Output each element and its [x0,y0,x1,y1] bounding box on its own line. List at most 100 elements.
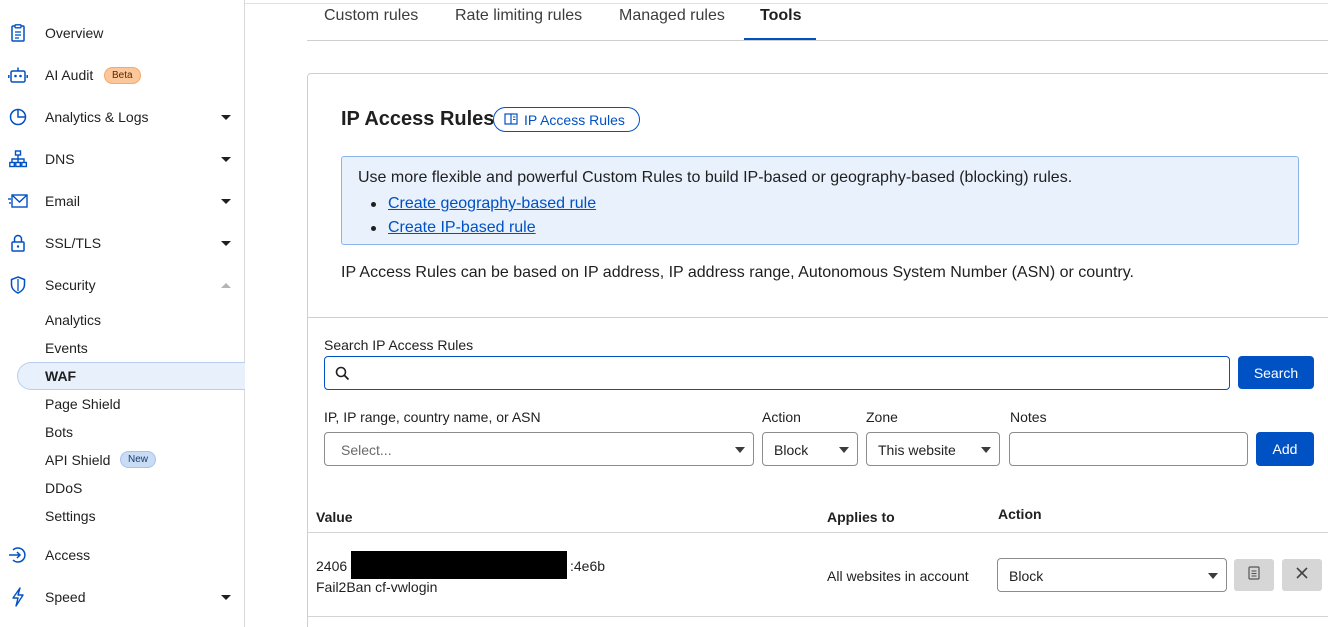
chevron-down-icon [221,114,231,120]
tab-tools[interactable]: Tools [760,7,801,25]
search-button[interactable]: Search [1238,356,1314,389]
chevron-down-icon [221,198,231,204]
sidebar-item-analytics-logs[interactable]: Analytics & Logs [0,100,244,134]
zone-select-value: This website [878,442,956,458]
zone-select[interactable]: This website [866,432,1000,466]
section-divider [308,317,1328,318]
chevron-down-icon [735,447,745,453]
zone-field-label: Zone [866,409,898,425]
rule-applies-to: All websites in account [827,568,969,584]
sidebar-subitem-ddos[interactable]: DDoS [45,480,82,496]
sidebar-item-ai-audit[interactable]: AI Audit Beta [0,58,244,92]
search-icon [335,366,350,386]
action-select-value: Block [774,442,809,458]
column-header-value: Value [316,509,353,525]
ip-field-label: IP, IP range, country name, or ASN [324,409,541,425]
notes-field[interactable] [1009,432,1248,466]
chevron-up-icon [221,282,231,288]
chart-pie-icon [8,107,28,127]
shield-icon [8,275,28,295]
ip-select-placeholder: Select... [341,442,392,458]
docs-link-button[interactable]: IP Access Rules [493,107,640,132]
action-select[interactable]: Block [762,432,858,466]
sidebar-subitem-waf[interactable]: WAF [45,368,76,384]
info-text: Use more flexible and powerful Custom Ru… [358,169,1073,186]
lightning-icon [8,587,28,607]
active-tab-indicator [744,38,816,40]
rule-action-value: Block [1009,568,1044,584]
chevron-down-icon [221,594,231,600]
tab-managed-rules[interactable]: Managed rules [619,7,725,25]
add-button[interactable]: Add [1256,432,1314,466]
notes-icon [1248,565,1260,585]
sidebar-subitem-settings[interactable]: Settings [45,508,96,524]
sidebar-item-label: Access [45,547,91,563]
beta-badge: Beta [104,67,141,84]
sidebar-item-email[interactable]: Email [0,184,244,218]
notes-field-label: Notes [1010,409,1047,425]
sidebar-item-speed[interactable]: Speed [0,580,244,614]
sidebar-subitem-analytics[interactable]: Analytics [45,312,101,328]
sidebar-item-overview[interactable]: Overview [0,16,244,50]
info-links: Create geography-based rule Create IP-ba… [370,192,596,240]
tab-rate-limiting-rules[interactable]: Rate limiting rules [455,7,582,25]
delete-rule-button[interactable] [1282,559,1322,591]
page-title: IP Access Rules [341,108,495,130]
list-item: Create IP-based rule [370,216,596,240]
sidebar-item-label: Analytics & Logs [45,109,149,125]
sidebar-item-label: Security [45,277,96,293]
action-field-label: Action [762,409,801,425]
sidebar-item-label: Email [45,193,81,209]
edit-notes-button[interactable] [1234,559,1274,591]
column-header-applies-to: Applies to [827,509,895,525]
rule-value-prefix: 2406 [316,558,348,574]
sidebar-item-label: Overview [45,25,104,41]
sidebar-item-security[interactable]: Security [0,268,244,302]
sidebar-item-label: SSL/TLS [45,235,102,251]
sidebar-item-label: AI Audit [45,67,94,83]
table-divider [308,532,1328,533]
rule-value-suffix: :4e6b [570,558,606,574]
ip-access-rules-card: IP Access Rules IP Access Rules Use more… [307,73,1328,627]
tab-custom-rules[interactable]: Custom rules [324,7,418,25]
sidebar-subitem-bots[interactable]: Bots [45,424,73,440]
sidebar-subitem-page-shield[interactable]: Page Shield [45,396,121,412]
sidebar-item-label: DNS [45,151,75,167]
sidebar-subitem-events[interactable]: Events [45,340,88,356]
book-icon [504,112,518,128]
sidebar-item-ssl-tls[interactable]: SSL/TLS [0,226,244,260]
info-banner: Use more flexible and powerful Custom Ru… [341,156,1299,245]
lock-icon [8,233,28,253]
sidebar-item-dns[interactable]: DNS [0,142,244,176]
network-icon [8,149,28,169]
search-field[interactable] [324,356,1230,390]
close-icon [1295,566,1309,585]
chevron-down-icon [221,156,231,162]
sidebar-item-access[interactable]: Access [0,538,244,572]
ip-select[interactable]: Select... [324,432,754,466]
table-divider [308,616,1328,617]
new-badge: New [120,451,157,468]
chevron-down-icon [1208,573,1218,579]
envelope-icon [8,191,28,211]
docs-link-label: IP Access Rules [524,111,625,128]
search-input[interactable] [359,357,1219,389]
search-label: Search IP Access Rules [324,337,474,353]
create-geography-rule-link[interactable]: Create geography-based rule [388,195,596,212]
notes-input[interactable] [1010,433,1247,465]
document-icon [8,23,28,43]
sidebar: Overview AI Audit Beta Analytics & Logs … [0,0,245,627]
sidebar-subitem-api-shield[interactable]: API Shield [45,452,110,468]
column-header-action: Action [998,506,1042,522]
list-item: Create geography-based rule [370,192,596,216]
rule-note: Fail2Ban cf-vwlogin [316,579,438,595]
tab-bar: Custom rules Rate limiting rules Managed… [307,0,1328,41]
redacted-block [351,551,567,579]
rule-action-select[interactable]: Block [997,558,1227,592]
sidebar-item-label: Speed [45,589,86,605]
chevron-down-icon [839,447,849,453]
robot-icon [8,65,28,85]
access-icon [8,545,28,565]
create-ip-rule-link[interactable]: Create IP-based rule [388,219,536,236]
chevron-down-icon [981,447,991,453]
